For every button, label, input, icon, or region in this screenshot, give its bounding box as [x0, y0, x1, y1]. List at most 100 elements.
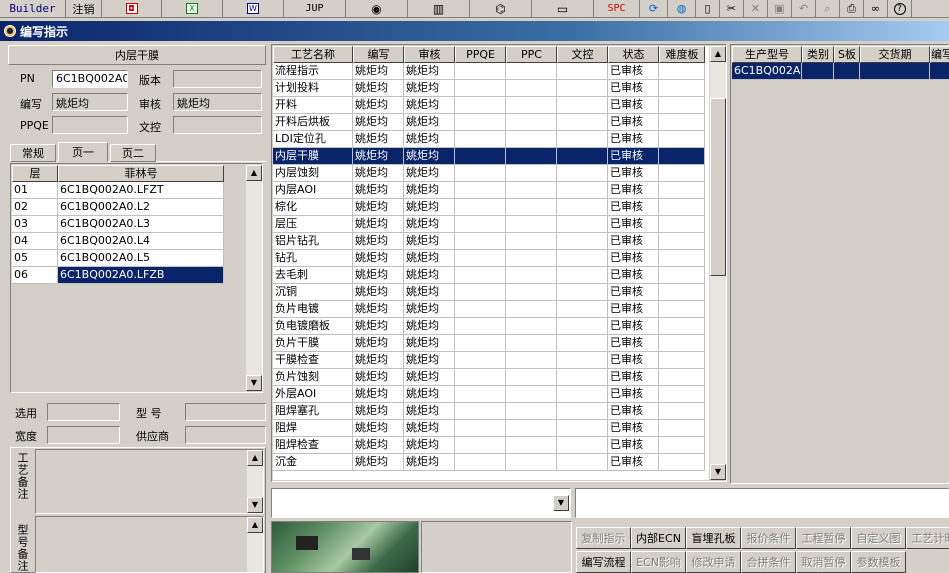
writer-cell[interactable] [930, 63, 949, 80]
tab-general[interactable]: 常规 [10, 144, 56, 162]
layer-no-cell[interactable]: 06 [12, 267, 58, 284]
ppqe-cell[interactable] [455, 250, 506, 267]
ppc-cell[interactable] [506, 386, 557, 403]
ppc-cell[interactable] [506, 301, 557, 318]
status-cell[interactable]: 已审核 [608, 165, 659, 182]
table-row[interactable]: 6C1BQ002A0 [732, 63, 949, 80]
ppqe-cell[interactable] [455, 403, 506, 420]
ppc-cell[interactable] [506, 420, 557, 437]
reviewer-cell[interactable]: 姚炬均 [404, 131, 455, 148]
column-header-delivery-date[interactable]: 交货期 [860, 46, 930, 63]
column-header-writer[interactable]: 编写 [930, 46, 949, 63]
doc-control-cell[interactable] [557, 369, 608, 386]
ppc-cell[interactable] [506, 63, 557, 80]
doc-control-cell[interactable] [557, 250, 608, 267]
save-button[interactable]: ▣ [768, 0, 792, 17]
select-field[interactable] [47, 403, 120, 421]
difficulty-cell[interactable] [659, 250, 705, 267]
difficulty-cell[interactable] [659, 216, 705, 233]
column-header-doc-control[interactable]: 文控 [557, 46, 608, 63]
writer-cell[interactable]: 姚炬均 [353, 437, 404, 454]
ppc-cell[interactable] [506, 284, 557, 301]
process-name-cell[interactable]: 流程指示 [273, 63, 353, 80]
delete-button[interactable]: ✕ [744, 0, 768, 17]
action-button-row1-1[interactable]: 内部ECN [631, 527, 686, 549]
table-row[interactable]: 负片蚀刻 姚炬均 姚炬均 已审核 [273, 369, 709, 386]
browser-button[interactable]: ◍ [668, 0, 696, 17]
reviewer-cell[interactable]: 姚炬均 [404, 352, 455, 369]
ppqe-field[interactable] [52, 116, 128, 134]
ppqe-cell[interactable] [455, 148, 506, 165]
writer-cell[interactable]: 姚炬均 [353, 454, 404, 471]
reviewer-cell[interactable]: 姚炬均 [404, 420, 455, 437]
supplier-field[interactable] [185, 426, 266, 444]
ppc-cell[interactable] [506, 216, 557, 233]
doc-control-cell[interactable] [557, 216, 608, 233]
ppc-cell[interactable] [506, 80, 557, 97]
reviewer-cell[interactable]: 姚炬均 [404, 454, 455, 471]
version-field[interactable] [173, 70, 262, 88]
database-button[interactable]: ▥ [408, 0, 470, 17]
reviewer-cell[interactable]: 姚炬均 [404, 403, 455, 420]
table-row[interactable]: 阻焊检查 姚炬均 姚炬均 已审核 [273, 437, 709, 454]
column-header-layer[interactable]: 层 [12, 165, 58, 182]
difficulty-cell[interactable] [659, 80, 705, 97]
comment-combobox[interactable]: ▼ [271, 488, 571, 518]
status-cell[interactable]: 已审核 [608, 233, 659, 250]
table-row[interactable]: 流程指示 姚炬均 姚炬均 已审核 [273, 63, 709, 80]
reviewer-cell[interactable]: 姚炬均 [404, 284, 455, 301]
reviewer-cell[interactable]: 姚炬均 [404, 267, 455, 284]
pn-field[interactable]: 6C1BQ002A0 [52, 70, 128, 88]
writer-cell[interactable]: 姚炬均 [353, 148, 404, 165]
status-cell[interactable]: 已审核 [608, 267, 659, 284]
column-header-status[interactable]: 状态 [608, 46, 659, 63]
process-name-cell[interactable]: 去毛刺 [273, 267, 353, 284]
process-name-cell[interactable]: 钻孔 [273, 250, 353, 267]
column-header-film-no[interactable]: 菲林号 [58, 165, 224, 182]
status-cell[interactable]: 已审核 [608, 63, 659, 80]
process-name-cell[interactable]: 阻焊 [273, 420, 353, 437]
table-row[interactable]: 负片电镀 姚炬均 姚炬均 已审核 [273, 301, 709, 318]
reviewer-cell[interactable]: 姚炬均 [404, 335, 455, 352]
ppqe-cell[interactable] [455, 437, 506, 454]
ppqe-cell[interactable] [455, 284, 506, 301]
ppc-cell[interactable] [506, 233, 557, 250]
action-button-row2-2[interactable]: 修改申请 [686, 551, 741, 573]
film-no-cell[interactable]: 6C1BQ002A0.LFZT [58, 182, 224, 199]
table-row[interactable]: 外层AOI 姚炬均 姚炬均 已审核 [273, 386, 709, 403]
table-row[interactable]: 棕化 姚炬均 姚炬均 已审核 [273, 199, 709, 216]
reviewer-cell[interactable]: 姚炬均 [404, 369, 455, 386]
difficulty-cell[interactable] [659, 182, 705, 199]
layer-row[interactable]: 04 6C1BQ002A0.L4 [12, 233, 245, 250]
ppc-cell[interactable] [506, 199, 557, 216]
difficulty-cell[interactable] [659, 97, 705, 114]
ppc-cell[interactable] [506, 182, 557, 199]
difficulty-cell[interactable] [659, 63, 705, 80]
column-header-category[interactable]: 类别 [802, 46, 834, 63]
writer-cell[interactable]: 姚炬均 [353, 420, 404, 437]
table-row[interactable]: 沉铜 姚炬均 姚炬均 已审核 [273, 284, 709, 301]
status-cell[interactable]: 已审核 [608, 386, 659, 403]
tab-page-two[interactable]: 页二 [110, 144, 156, 162]
status-cell[interactable]: 已审核 [608, 454, 659, 471]
status-cell[interactable]: 已审核 [608, 131, 659, 148]
status-cell[interactable]: 已审核 [608, 97, 659, 114]
writer-cell[interactable]: 姚炬均 [353, 131, 404, 148]
process-name-cell[interactable]: LDI定位孔 [273, 131, 353, 148]
writer-cell[interactable]: 姚炬均 [353, 318, 404, 335]
tab-page-one[interactable]: 页一 [58, 142, 108, 162]
reviewer-cell[interactable]: 姚炬均 [404, 80, 455, 97]
reviewer-cell[interactable]: 姚炬均 [404, 165, 455, 182]
delivery-date-cell[interactable] [860, 63, 930, 80]
doc-control-cell[interactable] [557, 199, 608, 216]
layer-no-cell[interactable]: 01 [12, 182, 58, 199]
process-note-field[interactable]: ▲ ▼ [35, 449, 264, 514]
doc-control-cell[interactable] [557, 335, 608, 352]
reviewer-cell[interactable]: 姚炬均 [404, 250, 455, 267]
process-name-cell[interactable]: 负片干膜 [273, 335, 353, 352]
difficulty-cell[interactable] [659, 437, 705, 454]
process-name-cell[interactable]: 内层蚀刻 [273, 165, 353, 182]
doc-control-cell[interactable] [557, 318, 608, 335]
builder-menu[interactable]: Builder [0, 0, 66, 17]
model-cell[interactable]: 6C1BQ002A0 [732, 63, 802, 80]
